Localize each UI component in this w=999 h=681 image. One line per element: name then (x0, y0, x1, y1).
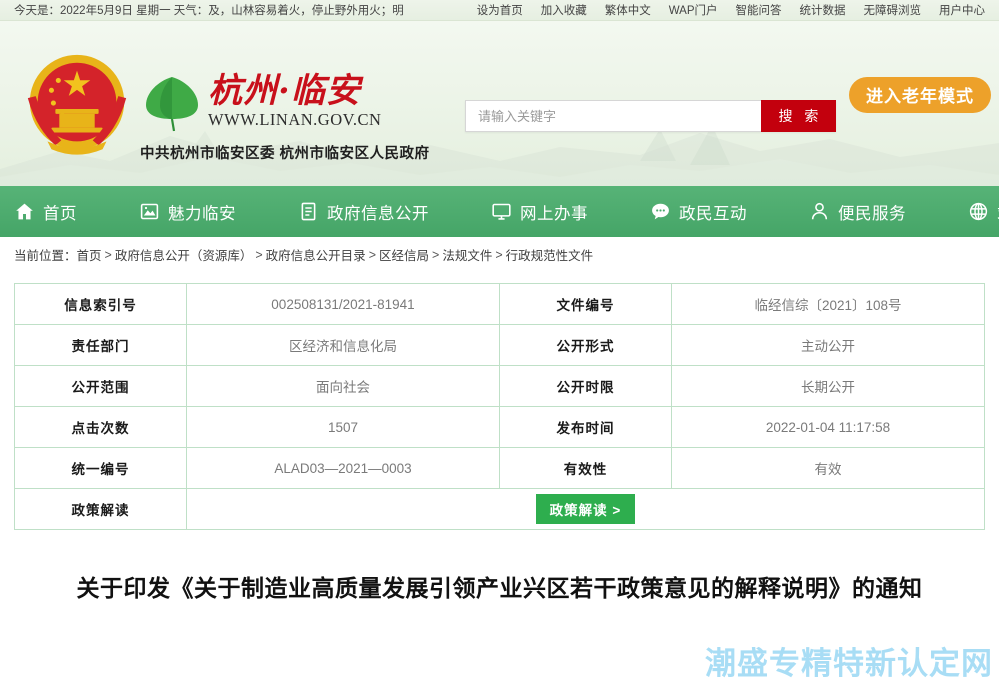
logo-row: 杭州·临安 WWW.LINAN.GOV.CN (140, 71, 430, 133)
nav-label-online-service: 网上办事 (520, 200, 588, 224)
nav-item-site-group-navigation[interactable]: 站群导航 (968, 200, 999, 224)
label-click-count: 点击次数 (15, 407, 187, 448)
breadcrumb-separator-4: > (432, 248, 439, 262)
search-box: 搜 索 (465, 100, 836, 132)
ginkgo-leaf-icon (140, 71, 204, 133)
table-row: 点击次数 1507 发布时间 2022-01-04 11:17:58 (15, 407, 985, 448)
value-disclosure-duration: 长期公开 (672, 366, 985, 407)
national-emblem-icon (18, 47, 136, 165)
nav-item-home[interactable]: 首页 (14, 200, 103, 224)
label-index-number: 信息索引号 (15, 284, 187, 325)
value-disclosure-form: 主动公开 (672, 325, 985, 366)
top-link-smart-qa[interactable]: 智能问答 (736, 2, 782, 18)
value-disclosure-scope: 面向社会 (187, 366, 500, 407)
breadcrumb-item-administrative-normative-documents[interactable]: 行政规范性文件 (506, 245, 594, 264)
top-links: 设为首页 加入收藏 繁体中文 WAP门户 智能问答 统计数据 无障碍浏览 用户中… (477, 2, 985, 18)
logo-subtitle-organizations: 中共杭州市临安区委 杭州市临安区人民政府 (140, 142, 430, 163)
table-row: 信息索引号 002508131/2021-81941 文件编号 临经信综〔202… (15, 284, 985, 325)
label-publish-time: 发布时间 (500, 407, 672, 448)
policy-interpretation-cell: 政策解读 > (187, 489, 985, 530)
search-input[interactable] (465, 100, 761, 132)
table-row-policy-interpretation: 政策解读 政策解读 > (15, 489, 985, 530)
nav-item-convenience-service[interactable]: 便民服务 (809, 200, 932, 224)
table-row: 责任部门 区经济和信息化局 公开形式 主动公开 (15, 325, 985, 366)
breadcrumb-item-economic-info-bureau[interactable]: 区经信局 (379, 245, 429, 264)
breadcrumb-separator-3: > (369, 248, 376, 262)
breadcrumb-item-disclosure-repository[interactable]: 政府信息公开（资源库） (115, 245, 253, 264)
elderly-mode-button[interactable]: 进入老年模式 (849, 77, 991, 113)
breadcrumb-item-home[interactable]: 首页 (77, 245, 102, 264)
document-icon (298, 201, 319, 222)
label-responsible-dept: 责任部门 (15, 325, 187, 366)
user-icon (809, 201, 830, 222)
label-disclosure-scope: 公开范围 (15, 366, 187, 407)
image-icon (139, 201, 160, 222)
chat-icon (650, 201, 671, 222)
value-responsible-dept: 区经济和信息化局 (187, 325, 500, 366)
label-unified-number: 统一编号 (15, 448, 187, 489)
policy-interpretation-button[interactable]: 政策解读 > (536, 494, 636, 524)
page-title: 关于印发《关于制造业高质量发展引领产业兴区若干政策意见的解释说明》的通知 (60, 572, 940, 608)
nav-item-government-info-disclosure[interactable]: 政府信息公开 (298, 200, 455, 224)
document-metadata-table: 信息索引号 002508131/2021-81941 文件编号 临经信综〔202… (14, 283, 985, 530)
label-validity: 有效性 (500, 448, 672, 489)
nav-label-charming-linan: 魅力临安 (168, 200, 236, 224)
top-link-traditional[interactable]: 繁体中文 (605, 2, 651, 18)
watermark-text: 潮盛专精特新认定网 (705, 638, 993, 681)
breadcrumb: 当前位置： 首页 > 政府信息公开（资源库） > 政府信息公开目录 > 区经信局… (0, 237, 999, 273)
value-click-count: 1507 (187, 407, 500, 448)
monitor-icon (491, 201, 512, 222)
top-link-wap-portal[interactable]: WAP门户 (669, 2, 718, 18)
value-validity: 有效 (672, 448, 985, 489)
nav-label-convenience-service: 便民服务 (838, 200, 906, 224)
breadcrumb-item-disclosure-catalog[interactable]: 政府信息公开目录 (266, 245, 366, 264)
label-disclosure-form: 公开形式 (500, 325, 672, 366)
nav-item-online-service[interactable]: 网上办事 (491, 200, 614, 224)
breadcrumb-prefix: 当前位置： (14, 245, 77, 264)
nav-item-charming-linan[interactable]: 魅力临安 (139, 200, 262, 224)
label-disclosure-duration: 公开时限 (500, 366, 672, 407)
logo-text-block: 杭州·临安 WWW.LINAN.GOV.CN (208, 74, 381, 131)
table-row: 统一编号 ALAD03—2021—0003 有效性 有效 (15, 448, 985, 489)
top-link-user-center[interactable]: 用户中心 (939, 2, 985, 18)
label-document-number: 文件编号 (500, 284, 672, 325)
site-header: 杭州·临安 WWW.LINAN.GOV.CN 中共杭州市临安区委 杭州市临安区人… (0, 21, 999, 186)
table-row: 公开范围 面向社会 公开时限 长期公开 (15, 366, 985, 407)
nav-label-home: 首页 (43, 200, 77, 224)
main-navigation: 首页 魅力临安 政府信息公开 (0, 186, 999, 237)
logo-website-url: WWW.LINAN.GOV.CN (208, 110, 381, 130)
site-logo[interactable]: 杭州·临安 WWW.LINAN.GOV.CN 中共杭州市临安区委 杭州市临安区人… (140, 71, 430, 163)
home-icon (14, 201, 35, 222)
top-link-add-favorite[interactable]: 加入收藏 (541, 2, 587, 18)
page-root: 今天是：2022年5月9日 星期一 天气：及，山林容易着火，停止野外用火；明 设… (0, 0, 999, 681)
nav-label-government-info-disclosure: 政府信息公开 (327, 200, 429, 224)
globe-icon (968, 201, 989, 222)
top-link-accessibility[interactable]: 无障碍浏览 (864, 2, 922, 18)
value-unified-number: ALAD03—2021—0003 (187, 448, 500, 489)
breadcrumb-separator-1: > (105, 248, 112, 262)
nav-item-government-interaction[interactable]: 政民互动 (650, 200, 773, 224)
value-document-number: 临经信综〔2021〕108号 (672, 284, 985, 325)
top-utility-bar: 今天是：2022年5月9日 星期一 天气：及，山林容易着火，停止野外用火；明 设… (0, 0, 999, 21)
breadcrumb-separator-2: > (255, 248, 262, 262)
breadcrumb-item-regulatory-documents[interactable]: 法规文件 (442, 245, 492, 264)
top-link-statistics[interactable]: 统计数据 (800, 2, 846, 18)
value-index-number: 002508131/2021-81941 (187, 284, 500, 325)
document-metadata-section: 信息索引号 002508131/2021-81941 文件编号 临经信综〔202… (0, 273, 999, 530)
top-link-set-homepage[interactable]: 设为首页 (477, 2, 523, 18)
logo-chinese-name: 杭州·临安 (208, 74, 381, 110)
breadcrumb-separator-5: > (495, 248, 502, 262)
nav-label-government-interaction: 政民互动 (679, 200, 747, 224)
value-publish-time: 2022-01-04 11:17:58 (672, 407, 985, 448)
search-button[interactable]: 搜 索 (761, 100, 836, 132)
label-policy-interpretation: 政策解读 (15, 489, 187, 530)
date-weather-text: 今天是：2022年5月9日 星期一 天气：及，山林容易着火，停止野外用火；明 (14, 2, 404, 18)
